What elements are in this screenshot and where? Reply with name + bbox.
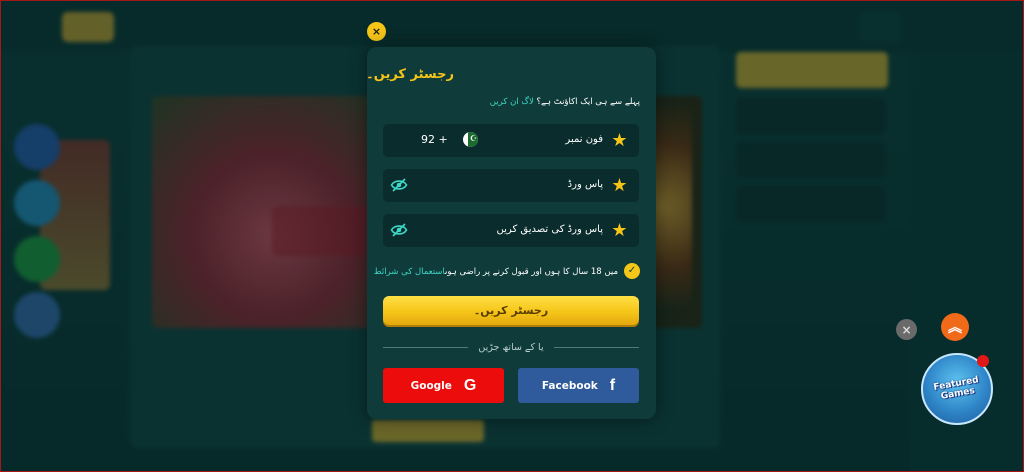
google-button[interactable]: Google G [383,368,504,403]
check-icon[interactable]: ✓ [624,263,640,279]
confirm-password-field[interactable]: ★ پاس ورڈ کی تصدیق کریں [383,214,639,247]
registration-modal: رجسٹر کریں۔ پہلے سے ہی ایک اکاؤنٹ ہے؟ لا… [366,47,656,419]
register-button[interactable]: رجسٹر کریں۔ [383,296,639,325]
close-icon[interactable]: × [367,22,386,41]
confirm-password-field-label: پاس ورڈ کی تصدیق کریں [496,224,603,235]
modal-title: رجسٹر کریں۔ [366,67,454,82]
divider-text: یا کے ساتھ جڑیں [478,341,544,353]
divider-line [553,346,639,348]
notification-dot [977,355,989,367]
star-icon: ★ [611,220,628,241]
facebook-button[interactable]: Facebook f [518,368,639,403]
phone-field-label: فون نمبر [565,134,603,145]
terms-link[interactable]: استعمال کی شرائط [374,267,445,277]
google-icon: G [463,376,477,394]
google-button-label: Google [410,379,452,392]
country-code: 92 + [421,133,448,146]
star-icon: ★ [611,175,628,196]
facebook-icon: f [609,376,616,394]
login-prompt-text: پہلے سے ہی ایک اکاؤنٹ ہے؟ [536,97,640,107]
password-field-label: پاس ورڈ [567,179,603,190]
featured-games-label: Featured Games [932,375,980,402]
phone-field[interactable]: ★ فون نمبر ☪ 92 + [383,124,639,157]
eye-off-icon[interactable] [390,177,408,193]
password-field[interactable]: ★ پاس ورڈ [383,169,639,202]
terms-statement: میں 18 سال کا ہوں اور قبول کرنے پر راضی … [445,266,618,277]
pakistan-flag-icon[interactable]: ☪ [463,132,478,147]
chevron-double-up-icon[interactable]: ︽ [941,313,969,341]
login-prompt: پہلے سے ہی ایک اکاؤنٹ ہے؟ لاگ ان کریں [490,96,640,107]
facebook-button-label: Facebook [541,379,598,392]
terms-row: ✓ میں 18 سال کا ہوں اور قبول کرنے پر راض… [374,263,640,279]
star-icon: ★ [611,130,628,151]
close-icon[interactable]: × [896,319,917,340]
social-divider: یا کے ساتھ جڑیں [383,341,639,353]
login-link[interactable]: لاگ ان کریں [490,97,534,107]
terms-text: میں 18 سال کا ہوں اور قبول کرنے پر راضی … [374,266,618,277]
eye-off-icon[interactable] [390,222,408,238]
divider-line [383,346,469,348]
